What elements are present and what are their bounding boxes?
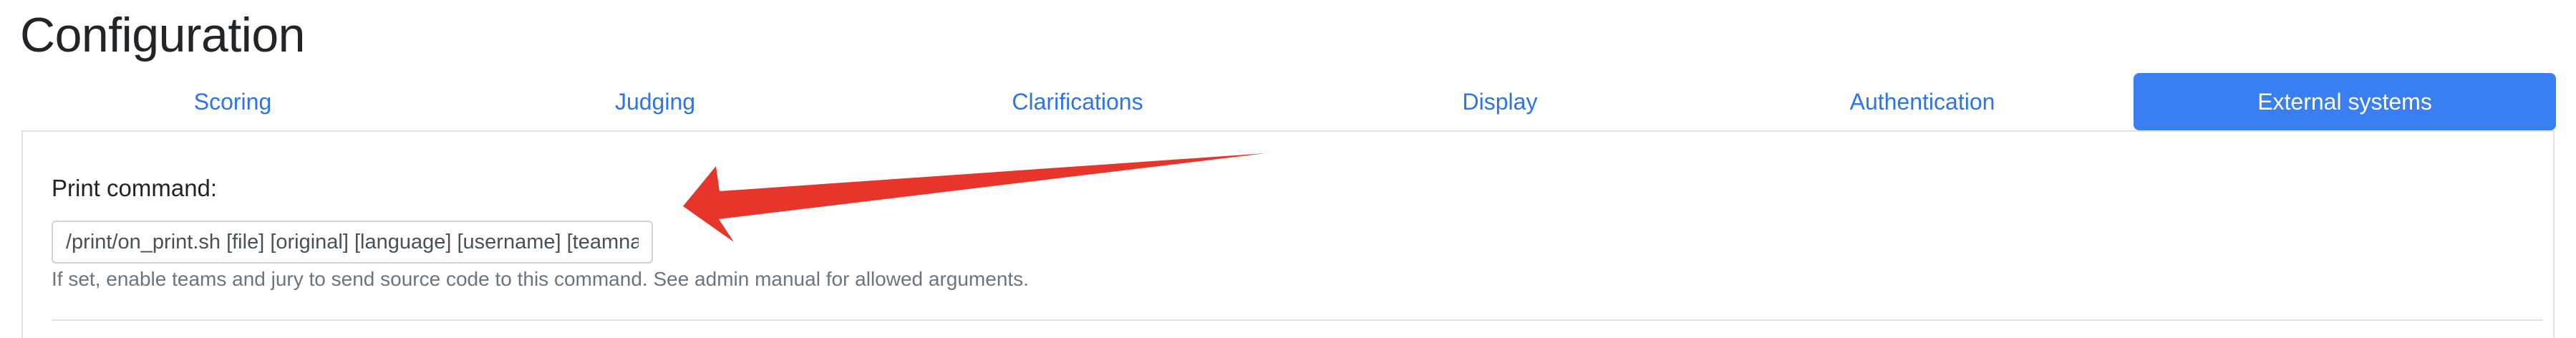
print-command-input[interactable] [52, 221, 653, 264]
tab-scoring[interactable]: Scoring [21, 73, 444, 130]
tab-clarifications[interactable]: Clarifications [866, 73, 1289, 130]
divider [52, 319, 2543, 321]
print-command-help: If set, enable teams and jury to send so… [52, 268, 1029, 290]
tab-external-systems[interactable]: External systems [2134, 73, 2556, 130]
print-command-label: Print command: [52, 175, 218, 201]
config-tabs: Scoring Judging Clarifications Display A… [21, 73, 2556, 130]
page-title: Configuration [20, 8, 305, 62]
tab-display[interactable]: Display [1289, 73, 1711, 130]
tab-judging[interactable]: Judging [444, 73, 866, 130]
tab-authentication[interactable]: Authentication [1711, 73, 2134, 130]
